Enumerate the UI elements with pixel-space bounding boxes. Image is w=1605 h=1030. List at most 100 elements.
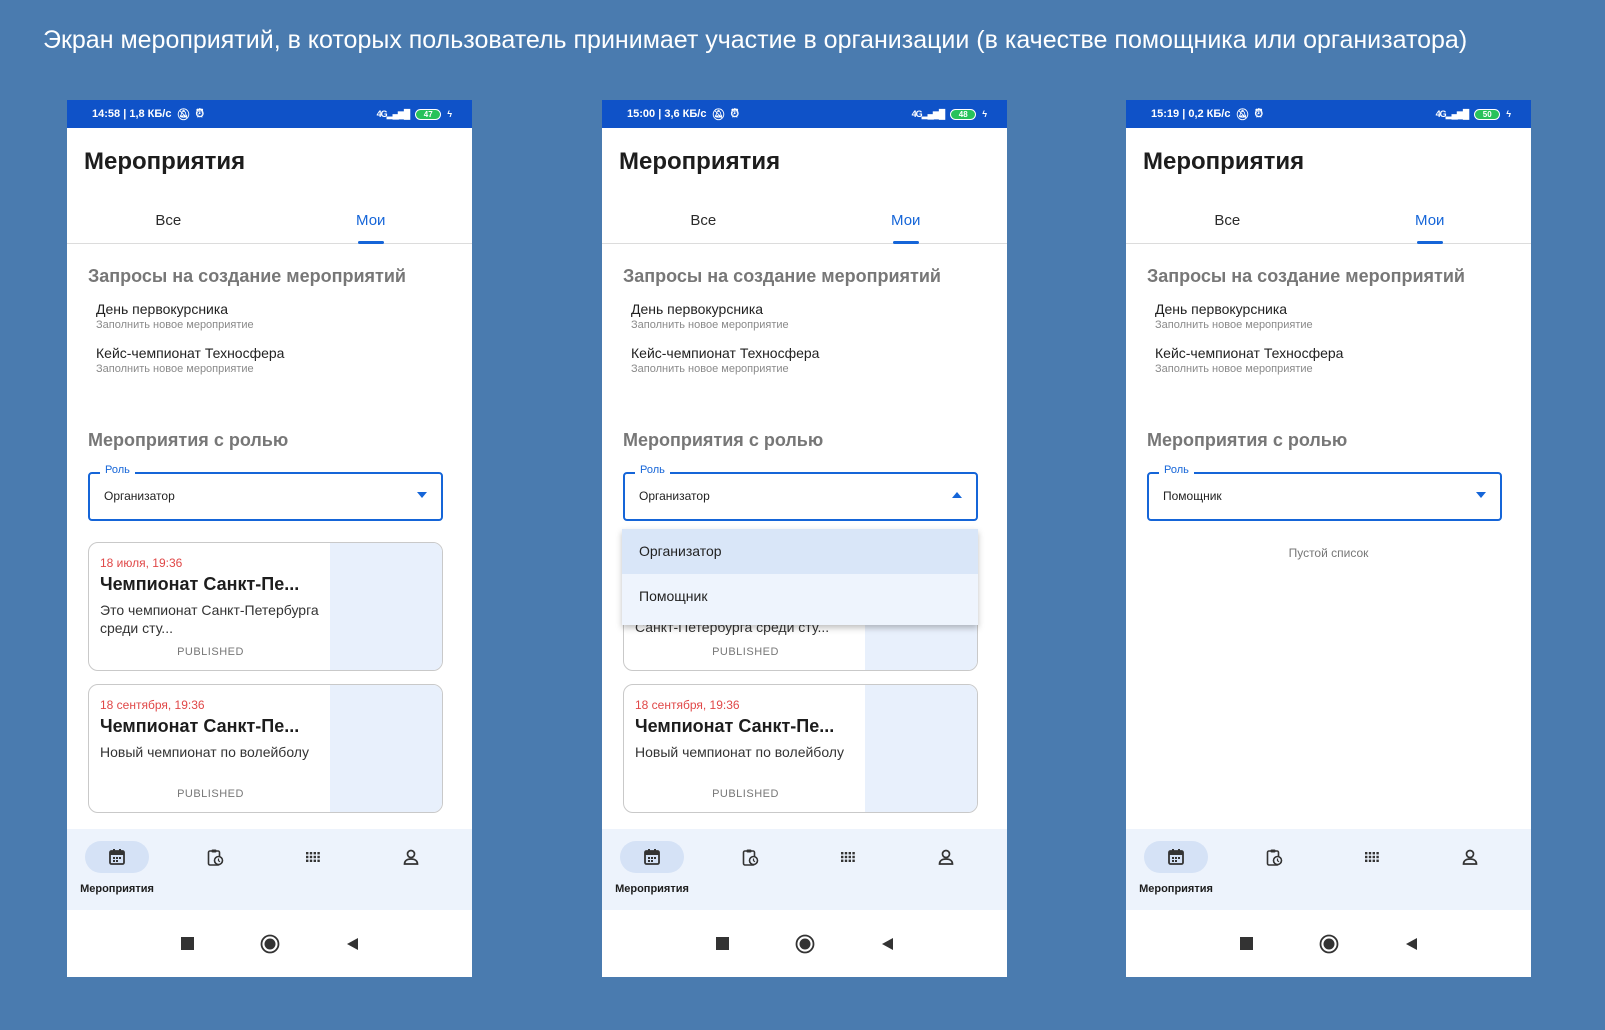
alarm-icon: ⏰︎ [1254,107,1264,120]
status-time: 15:19 | 0,2 КБ/с [1151,108,1231,120]
nav-profile[interactable] [1425,841,1515,873]
request-item[interactable]: День первокурсника Заполнить новое мероп… [602,287,1007,331]
nav-profile[interactable] [366,841,456,873]
stop-icon[interactable] [712,933,734,955]
nav-apps[interactable] [803,841,893,873]
nav-events[interactable]: Мероприятия [607,841,697,895]
profile-icon [403,849,419,865]
role-value: Организатор [104,489,175,503]
event-status: PUBLISHED [712,788,779,800]
request-item[interactable]: День первокурсника Заполнить новое мероп… [1126,287,1531,331]
page-title: Мероприятия [619,148,781,175]
alarm-icon: ⏰︎ [730,107,740,120]
charging-icon: ϟ [982,109,987,119]
dropdown-arrow-icon [1476,492,1486,498]
request-item[interactable]: Кейс-чемпионат Техносфера Заполнить ново… [602,331,1007,375]
nav-profile[interactable] [901,841,991,873]
dropdown-arrow-icon [417,492,427,498]
nav-label: Мероприятия [1139,883,1213,895]
page-title: Мероприятия [84,148,246,175]
clipboard-clock-icon [1266,849,1283,866]
event-card[interactable]: 18 сентября, 19:36 Чемпионат Санкт-Пе...… [88,684,443,813]
dropdown-arrow-icon [952,492,962,498]
back-icon[interactable] [1400,933,1422,955]
requests-heading: Запросы на создание мероприятий [1147,266,1465,286]
role-select[interactable]: Роль Помощник [1147,464,1502,521]
request-subtitle: Заполнить новое мероприятие [1155,319,1313,331]
nav-apps[interactable] [268,841,358,873]
requests-section: Запросы на создание мероприятий День пер… [1126,266,1531,375]
stop-icon[interactable] [177,933,199,955]
role-value: Помощник [1163,489,1222,503]
event-card[interactable]: 18 сентября, 19:36 Чемпионат Санкт-Пе...… [623,684,978,813]
request-item[interactable]: Кейс-чемпионат Техносфера Заполнить ново… [1126,331,1531,375]
nav-tasks[interactable] [705,841,795,873]
nav-events[interactable]: Мероприятия [72,841,162,895]
grid-icon [1365,852,1379,862]
role-heading: Мероприятия с ролью [1147,430,1348,450]
bottom-nav: Мероприятия [67,829,472,910]
dropdown-option-organizer[interactable]: Организатор [622,529,978,574]
signal-icon: 4G▂▄▆█ [911,108,946,119]
nav-label: Мероприятия [615,883,689,895]
tab-mine[interactable]: Мои [1329,200,1532,244]
event-status: PUBLISHED [712,646,779,658]
home-icon[interactable] [1318,933,1340,955]
role-select[interactable]: Роль Организатор [88,464,443,521]
stop-icon[interactable] [1236,933,1258,955]
role-label: Роль [635,464,670,476]
signal-icon: 4G▂▄▆█ [1435,108,1470,119]
role-section: Мероприятия с ролью Роль Помощник [1126,430,1531,521]
tab-mine[interactable]: Мои [805,200,1008,244]
back-icon[interactable] [876,933,898,955]
requests-heading: Запросы на создание мероприятий [88,266,406,286]
calendar-icon [109,849,125,865]
request-subtitle: Заполнить новое мероприятие [631,319,789,331]
home-icon[interactable] [794,933,816,955]
status-bar: 15:19 | 0,2 КБ/с 🔕︎ ⏰︎ 4G▂▄▆█ 50 ϟ [1126,100,1531,128]
calendar-icon [1168,849,1184,865]
role-heading: Мероприятия с ролью [88,430,289,450]
phone-screen-1: 14:58 | 1,8 КБ/с 🔕︎ ⏰︎ 4G▂▄▆█ 47 ϟ Мероп… [67,100,472,977]
role-section: Мероприятия с ролью Роль Организатор [602,430,1007,521]
tab-bar: Все Мои [1126,200,1531,244]
tab-all[interactable]: Все [67,200,270,243]
request-item[interactable]: Кейс-чемпионат Техносфера Заполнить ново… [67,331,472,375]
event-image [330,543,442,670]
event-title: Чемпионат Санкт-Пе... [100,716,300,736]
nav-tasks[interactable] [170,841,260,873]
event-description: Новый чемпионат по волейболу [100,744,309,760]
system-nav [602,910,1007,977]
event-date: 18 июля, 19:36 [100,556,183,570]
profile-icon [1462,849,1478,865]
tab-all[interactable]: Все [1126,200,1329,243]
home-icon[interactable] [259,933,281,955]
event-card[interactable]: 18 июля, 19:36 Чемпионат Санкт-Пе... Это… [88,542,443,671]
profile-icon [938,849,954,865]
dropdown-option-helper[interactable]: Помощник [622,574,978,619]
battery-icon: 48 [950,108,977,120]
status-bar: 14:58 | 1,8 КБ/с 🔕︎ ⏰︎ 4G▂▄▆█ 47 ϟ [67,100,472,128]
requests-section: Запросы на создание мероприятий День пер… [602,266,1007,375]
battery-icon: 47 [415,108,442,120]
request-subtitle: Заполнить новое мероприятие [96,363,254,375]
nav-apps[interactable] [1327,841,1417,873]
role-label: Роль [1159,464,1194,476]
bottom-nav: Мероприятия [1126,829,1531,910]
tab-mine[interactable]: Мои [270,200,473,244]
nav-label: Мероприятия [80,883,154,895]
role-select[interactable]: Роль Организатор [623,464,978,521]
clipboard-clock-icon [207,849,224,866]
request-item[interactable]: День первокурсника Заполнить новое мероп… [67,287,472,331]
request-title: День первокурсника [96,301,229,317]
tab-all[interactable]: Все [602,200,805,243]
battery-icon: 50 [1474,108,1501,120]
system-nav [1126,910,1531,977]
back-icon[interactable] [341,933,363,955]
request-title: День первокурсника [1155,301,1288,317]
event-image [330,685,442,812]
nav-events[interactable]: Мероприятия [1131,841,1221,895]
nav-tasks[interactable] [1229,841,1319,873]
phone-screen-3: 15:19 | 0,2 КБ/с 🔕︎ ⏰︎ 4G▂▄▆█ 50 ϟ Мероп… [1126,100,1531,977]
event-description: Это чемпионат Санкт-Петербурга среди сту… [100,602,319,636]
